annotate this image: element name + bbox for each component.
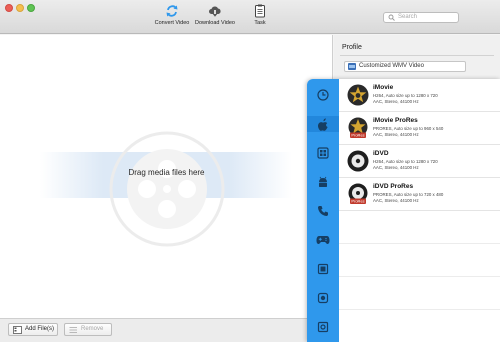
app-window: Convert Video Download Video Task Search… — [0, 0, 500, 342]
tv-icon — [317, 263, 329, 275]
preset-name: iMovie — [373, 84, 394, 91]
category-device-2[interactable] — [315, 319, 331, 335]
empty-row — [339, 310, 500, 342]
preset-audio-spec: AAC, Stereo, 44100 Hz — [373, 132, 419, 137]
bottom-bar: Add File(s) Remove — [0, 318, 333, 342]
add-files-button[interactable]: Add File(s) — [8, 323, 58, 336]
minimize-window-button[interactable] — [16, 4, 24, 12]
search-input[interactable]: Search — [383, 12, 459, 23]
drop-instruction: Drag media files here — [128, 168, 205, 177]
convert-icon — [166, 5, 178, 17]
profile-title: Profile — [342, 44, 362, 51]
category-recent[interactable] — [315, 87, 331, 103]
svg-text:ProRes: ProRes — [351, 133, 364, 138]
preset-idvd[interactable]: iDVD H264, Auto size up to 1280 x 720 AA… — [339, 145, 500, 178]
preset-details: PRORES, Auto size up to 960 x 540 AAC, S… — [373, 126, 497, 138]
category-android[interactable] — [315, 174, 331, 190]
add-file-icon — [13, 326, 22, 334]
idvd-prores-icon: ProRes — [348, 183, 368, 204]
divider — [340, 55, 494, 56]
empty-row — [339, 277, 500, 310]
preset-imovie-prores[interactable]: ProRes iMovie ProRes PRORES, Auto size u… — [339, 112, 500, 145]
remove-label: Remove — [81, 326, 104, 332]
idvd-icon — [347, 150, 369, 172]
category-apple[interactable] — [307, 116, 339, 132]
preset-name: iMovie ProRes — [373, 117, 418, 124]
add-files-label: Add File(s) — [25, 326, 55, 332]
cloud-download-icon — [209, 6, 221, 17]
imovie-icon — [347, 84, 369, 106]
profile-select[interactable]: Customized WMV Video — [344, 61, 466, 72]
windows-icon — [317, 147, 329, 159]
profile-selected-label: Customized WMV Video — [359, 63, 424, 69]
preset-details: H264, Auto size up to 1280 x 720 AAC, St… — [373, 93, 497, 105]
download-video-button[interactable]: Download Video — [193, 4, 237, 26]
task-label: Task — [254, 20, 266, 26]
convert-video-button[interactable]: Convert Video — [150, 4, 194, 26]
preset-name: iDVD ProRes — [373, 183, 414, 190]
preset-list: iMovie H264, Auto size up to 1280 x 720 … — [339, 79, 500, 342]
category-game[interactable] — [315, 232, 331, 248]
clock-icon — [317, 89, 329, 101]
phone-icon — [318, 206, 328, 216]
preset-name: iDVD — [373, 150, 389, 157]
imovie-prores-icon: ProRes — [348, 117, 368, 138]
profile-popover: iMovie H264, Auto size up to 1280 x 720 … — [307, 79, 500, 342]
toolbar: Convert Video Download Video Task Search — [0, 0, 500, 34]
search-icon — [388, 14, 395, 21]
close-window-button[interactable] — [5, 4, 13, 12]
android-icon — [319, 176, 327, 187]
preset-idvd-prores[interactable]: ProRes iDVD ProRes PRORES, Auto size up … — [339, 178, 500, 211]
device-icon — [317, 292, 329, 304]
film-reel-icon — [109, 131, 225, 247]
category-sidebar — [307, 79, 339, 342]
clipboard-icon — [255, 4, 265, 18]
gamepad-icon — [316, 236, 330, 244]
convert-video-label: Convert Video — [154, 20, 190, 26]
preset-audio-spec: AAC, Stereo, 44100 Hz — [373, 99, 419, 104]
empty-row — [339, 211, 500, 244]
preset-audio-spec: AAC, Stereo, 44100 Hz — [373, 198, 419, 203]
device-2-icon — [317, 321, 329, 333]
category-tv[interactable] — [315, 261, 331, 277]
zoom-window-button[interactable] — [27, 4, 35, 12]
wmv-video-icon — [348, 63, 356, 70]
category-windows[interactable] — [315, 145, 331, 161]
remove-list-icon — [69, 327, 77, 333]
svg-text:ProRes: ProRes — [351, 199, 364, 204]
empty-row — [339, 244, 500, 277]
preset-details: PRORES, Auto size up to 720 x 480 AAC, S… — [373, 192, 497, 204]
search-placeholder: Search — [398, 14, 418, 20]
task-button[interactable]: Task — [247, 4, 273, 26]
media-drop-area[interactable]: Drag media files here — [0, 35, 333, 318]
remove-button[interactable]: Remove — [64, 323, 112, 336]
preset-details: H264, Auto size up to 1280 x 720 AAC, St… — [373, 159, 497, 171]
category-device[interactable] — [315, 290, 331, 306]
download-video-label: Download Video — [195, 20, 235, 26]
preset-audio-spec: AAC, Stereo, 44100 Hz — [373, 165, 419, 170]
category-phone[interactable] — [315, 203, 331, 219]
apple-icon — [318, 117, 328, 131]
preset-imovie[interactable]: iMovie H264, Auto size up to 1280 x 720 … — [339, 79, 500, 112]
